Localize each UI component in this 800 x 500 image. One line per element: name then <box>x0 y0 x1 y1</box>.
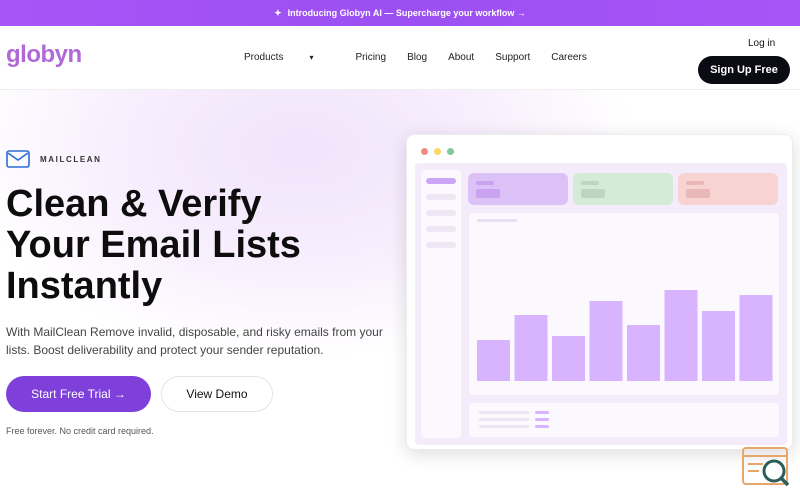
preview-bar <box>477 340 510 381</box>
window-minimize-dot <box>434 148 441 155</box>
fine-print: Free forever. No credit card required. <box>6 426 154 436</box>
table-placeholder <box>479 418 529 421</box>
chevron-down-icon: ▾ <box>309 53 314 62</box>
start-free-trial-button[interactable]: Start Free Trial → <box>6 376 151 412</box>
nav-item-support[interactable]: Support <box>495 52 530 63</box>
logo[interactable]: globyn <box>6 41 82 69</box>
nav-item-label: Products <box>244 52 284 63</box>
nav-item-blog[interactable]: Blog <box>407 52 427 63</box>
mail-icon <box>6 150 30 168</box>
preview-table-panel <box>469 403 779 437</box>
sidebar-placeholder <box>426 194 456 200</box>
card-placeholder <box>476 189 500 198</box>
window-maximize-dot <box>447 148 454 155</box>
nav-menu: Products ▾ Pricing Blog About Support Car… <box>244 52 608 63</box>
preview-bar <box>739 295 773 381</box>
preview-bar <box>589 301 623 381</box>
product-name: MAILCLEAN <box>40 154 102 164</box>
hero-subtitle: With MailClean Remove invalid, disposabl… <box>6 325 383 357</box>
nav-item-products[interactable]: Products ▾ <box>244 52 334 63</box>
card-placeholder <box>476 181 494 185</box>
announcement-bar[interactable]: ✦ Introducing Globyn AI — Supercharge yo… <box>0 0 800 26</box>
stat-card <box>573 173 673 205</box>
preview-bar <box>664 290 698 381</box>
nav-item-about[interactable]: About <box>448 52 474 63</box>
chart-title-placeholder <box>477 219 517 222</box>
card-placeholder <box>686 181 704 185</box>
preview-canvas <box>415 163 787 445</box>
hero-headline: Clean & Verify Your Email Lists Instantl… <box>6 184 366 307</box>
headline-line: Instantly <box>6 265 163 307</box>
table-placeholder <box>535 418 549 421</box>
table-placeholder <box>535 425 549 428</box>
signup-button[interactable]: Sign Up Free <box>698 56 790 84</box>
sidebar-placeholder <box>426 178 456 184</box>
card-placeholder <box>686 189 710 198</box>
card-placeholder <box>581 189 605 198</box>
preview-chart-panel <box>469 213 779 395</box>
card-placeholder <box>581 181 599 185</box>
view-demo-button[interactable]: View Demo <box>161 376 273 412</box>
sidebar-placeholder <box>426 242 456 248</box>
preview-bar <box>514 315 548 381</box>
preview-sidebar <box>421 170 461 438</box>
stat-card <box>468 173 568 205</box>
search-badge-icon <box>742 447 790 487</box>
dashboard-preview <box>406 134 793 450</box>
window-close-dot <box>421 148 428 155</box>
nav-item-pricing[interactable]: Pricing <box>355 52 386 63</box>
nav-item-careers[interactable]: Careers <box>551 52 587 63</box>
preview-bar <box>552 336 585 381</box>
table-placeholder <box>479 411 529 414</box>
product-brand: MAILCLEAN <box>6 150 102 168</box>
table-placeholder <box>479 425 529 428</box>
sidebar-placeholder <box>426 210 456 216</box>
preview-bar <box>627 325 660 381</box>
top-nav: globyn Products ▾ Pricing Blog About Supp… <box>0 26 800 90</box>
announcement-text: Introducing Globyn AI — Supercharge your… <box>287 8 526 18</box>
sparkle-icon: ✦ <box>274 7 282 18</box>
preview-bar <box>702 311 735 381</box>
headline-line: Your Email Lists <box>6 224 301 266</box>
table-placeholder <box>535 411 549 414</box>
headline-line: Clean & Verify <box>6 183 262 225</box>
preview-bar-chart <box>477 290 773 381</box>
login-link[interactable]: Log in <box>748 38 775 49</box>
sidebar-placeholder <box>426 226 456 232</box>
stat-card <box>678 173 778 205</box>
